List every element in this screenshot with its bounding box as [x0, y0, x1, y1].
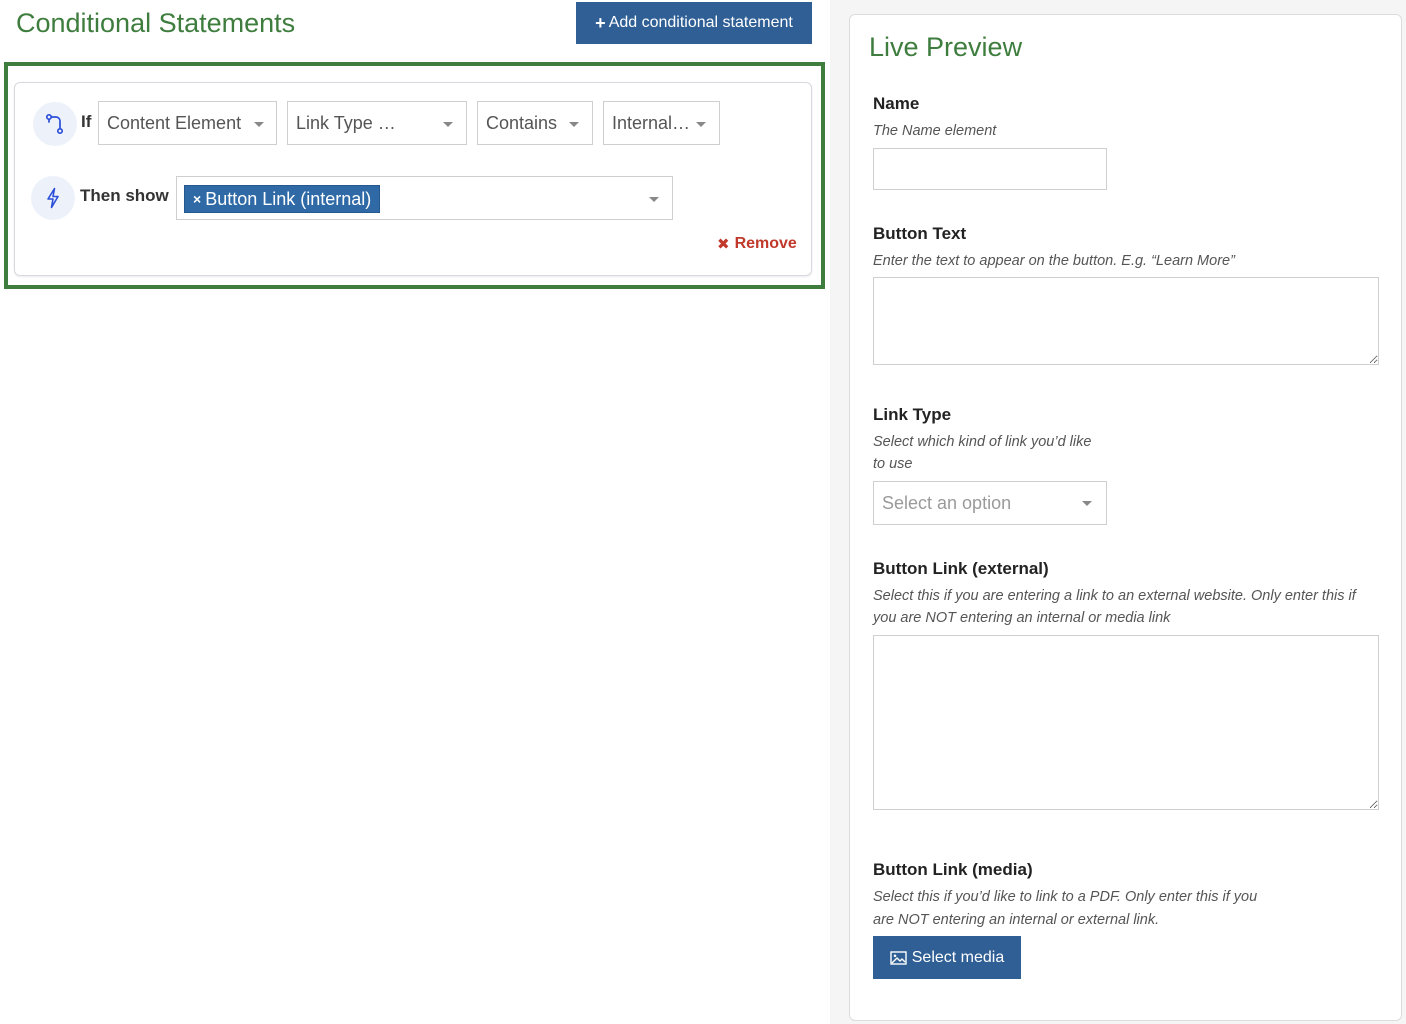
button-text-description: Enter the text to appear on the button. … — [873, 253, 1235, 269]
selected-tag-button-link-internal: × Button Link (internal) — [184, 185, 381, 213]
button-link-media-description-line2: are NOT entering an internal or external… — [873, 912, 1160, 928]
button-link-external-description-line1: Select this if you are entering a link t… — [873, 588, 1356, 604]
name-label: Name — [873, 94, 920, 113]
live-preview-title: Live Preview — [869, 32, 1023, 62]
link-type-placeholder: Select an option — [882, 492, 1012, 513]
button-text-label: Button Text — [873, 224, 967, 243]
if-label: If — [81, 112, 92, 131]
button-text-textarea[interactable] — [873, 277, 1379, 365]
remove-label: Remove — [734, 235, 797, 252]
git-branch-icon — [45, 113, 64, 135]
name-input[interactable] — [873, 148, 1107, 190]
content-element-select-value: Content Element — [107, 112, 242, 133]
link-type-label: Link Type — [873, 405, 952, 424]
chevron-down-icon — [1082, 501, 1092, 506]
link-type-select[interactable]: Select an option — [873, 481, 1107, 525]
lightning-icon — [47, 187, 59, 209]
then-show-label: Then show — [80, 186, 169, 205]
button-link-media-description-line1: Select this if you’d like to link to a P… — [873, 889, 1258, 905]
conditional-statements-title: Conditional Statements — [16, 8, 296, 38]
operator-select-value: Contains — [486, 112, 558, 133]
link-type-description-line2: to use — [873, 456, 913, 472]
cross-icon: ✖ — [717, 236, 730, 253]
tag-remove-icon[interactable]: × — [193, 191, 201, 207]
add-conditional-statement-button[interactable]: + Add conditional statement — [576, 2, 812, 44]
chevron-down-icon — [649, 197, 659, 202]
remove-statement-button[interactable]: ✖ Remove — [717, 235, 797, 253]
button-link-external-textarea[interactable] — [873, 635, 1379, 810]
then-icon-circle — [31, 176, 75, 220]
content-element-select[interactable]: Content Element — [98, 101, 277, 145]
plus-icon: + — [595, 12, 606, 33]
tag-label: Button Link (internal) — [205, 188, 372, 209]
value-select[interactable]: Internal… — [603, 101, 720, 145]
link-type-description-line1: Select which kind of link you’d like — [873, 434, 1092, 450]
add-conditional-statement-label: Add conditional statement — [608, 14, 793, 31]
field-select[interactable]: Link Type … — [287, 101, 467, 145]
if-icon-circle — [33, 102, 77, 146]
name-description: The Name element — [873, 123, 997, 139]
button-link-media-label: Button Link (media) — [873, 860, 1033, 879]
button-link-external-description-line2: you are NOT entering an internal or medi… — [873, 610, 1171, 626]
select-media-button[interactable]: Select media — [873, 936, 1021, 979]
select-media-label: Select media — [911, 948, 1005, 966]
chevron-down-icon — [254, 122, 264, 127]
chevron-down-icon — [696, 122, 706, 127]
field-select-value: Link Type … — [296, 112, 396, 133]
chevron-down-icon — [443, 122, 453, 127]
operator-select[interactable]: Contains — [477, 101, 593, 145]
image-icon — [890, 950, 907, 965]
chevron-down-icon — [569, 122, 579, 127]
value-select-value: Internal… — [612, 112, 691, 133]
button-link-external-label: Button Link (external) — [873, 559, 1049, 578]
